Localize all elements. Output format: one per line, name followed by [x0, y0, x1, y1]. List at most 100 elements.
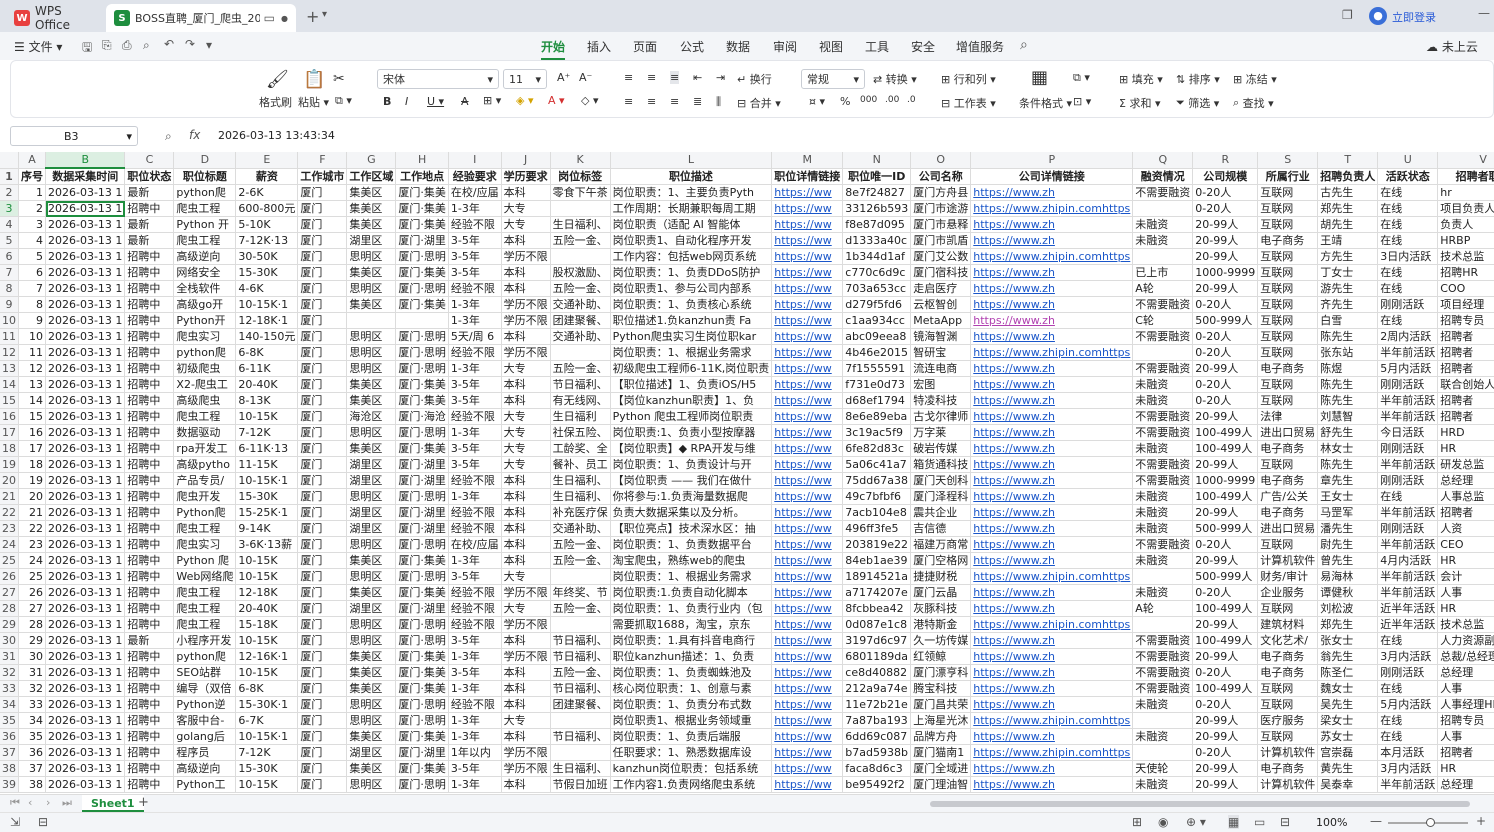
table-cell[interactable]: https://ww [771, 344, 844, 361]
table-cell[interactable]: 林女士 [1317, 440, 1379, 457]
row-header[interactable]: 12 [0, 344, 19, 361]
table-cell[interactable]: 厦门 [297, 488, 348, 505]
row-header[interactable]: 30 [0, 632, 19, 649]
table-cell[interactable]: 500-999人 [1192, 520, 1259, 537]
table-cell[interactable]: 34 [18, 712, 46, 729]
table-cell[interactable]: 爬虫实习 [173, 328, 237, 345]
table-cell[interactable]: 100-499人 [1192, 632, 1259, 649]
table-cell[interactable]: 互联网 [1257, 392, 1319, 409]
table-cell[interactable]: 20-99人 [1192, 232, 1259, 249]
table-cell[interactable]: 2026-03-13 1 [45, 440, 126, 457]
table-cell[interactable]: 学历不限 [501, 584, 551, 601]
table-cell[interactable]: 集美区 [346, 552, 397, 569]
table-cell[interactable]: 5月内活跃 [1377, 360, 1439, 377]
table-cell[interactable]: 产品专员/ [173, 472, 237, 489]
table-cell[interactable]: https://ww [771, 616, 844, 633]
table-cell[interactable]: 厦门·集美 [395, 680, 449, 697]
table-cell[interactable]: 1-3年 [448, 680, 502, 697]
table-cell[interactable]: 不需要融资 [1132, 536, 1194, 553]
table-cell[interactable]: 在校/应届 [448, 536, 502, 553]
table-cell[interactable]: 电子商务 [1257, 472, 1319, 489]
table-cell[interactable]: https://www.zh [970, 392, 1134, 409]
table-cell[interactable]: 丁女士 [1317, 264, 1379, 281]
table-cell[interactable]: 21 [18, 504, 46, 521]
table-cell[interactable]: 2026-03-13 1 [45, 520, 126, 537]
table-cell[interactable]: 数据驱动 [173, 424, 237, 441]
window-switch-icon[interactable]: ❐ [1342, 8, 1353, 22]
column-header-i[interactable]: I [448, 152, 502, 169]
table-cell[interactable]: 人事总监 [1437, 488, 1494, 505]
table-cell[interactable]: 招聘中 [124, 424, 175, 441]
table-cell[interactable]: 集美区 [346, 760, 397, 777]
row-header[interactable]: 20 [0, 472, 19, 489]
border-icon[interactable]: ⊞ ▾ [483, 94, 501, 107]
column-header-d[interactable]: D [173, 152, 237, 169]
table-cell[interactable]: 经验不限 [448, 504, 502, 521]
table-cell[interactable]: 招聘中 [124, 280, 175, 297]
table-cell[interactable]: Python逆 [173, 696, 237, 713]
table-cell[interactable]: 招聘中 [124, 728, 175, 745]
table-cell[interactable]: 2026-03-13 1 [45, 680, 126, 697]
table-cell[interactable]: 学历要求 [501, 168, 551, 185]
increase-decimal-icon[interactable]: .00 [885, 95, 899, 105]
table-cell[interactable]: 厦门 [297, 680, 348, 697]
table-cell[interactable]: 未融资 [1132, 504, 1194, 521]
table-cell[interactable]: 任职要求：1、熟悉数据库设 [610, 744, 773, 761]
table-cell[interactable] [1132, 712, 1194, 729]
table-cell[interactable]: https://ww [771, 312, 844, 329]
column-header-g[interactable]: G [346, 152, 397, 169]
table-cell[interactable]: 集美区 [346, 376, 397, 393]
table-cell[interactable]: 湖里区 [346, 456, 397, 473]
table-cell[interactable]: 5月内活跃 [1377, 696, 1439, 713]
table-cell[interactable]: 负责大数据采集以及分析。 [610, 504, 773, 521]
table-cell[interactable]: 496ff3fe5 [842, 520, 912, 537]
page-layout-icon[interactable]: ▭ [1254, 815, 1265, 829]
row-header[interactable]: 6 [0, 248, 19, 265]
justify-icon[interactable]: ≣ [693, 95, 702, 108]
table-cell[interactable]: 厦门漂亨科 [910, 664, 972, 681]
table-cell[interactable]: 郑先生 [1317, 616, 1379, 633]
table-cell[interactable]: 曾先生 [1317, 552, 1379, 569]
table-cell[interactable]: 3-5年 [448, 440, 502, 457]
table-cell[interactable]: 云枢智创 [910, 296, 972, 313]
table-cell[interactable]: 20-99人 [1192, 216, 1259, 233]
table-cell[interactable]: 未融资 [1132, 552, 1194, 569]
table-cell[interactable]: https://www.zh [970, 584, 1134, 601]
table-cell[interactable]: HRBP [1437, 232, 1494, 249]
table-cell[interactable]: 集美区 [346, 296, 397, 313]
table-cell[interactable]: 厦门 [297, 408, 348, 425]
table-cell[interactable]: 张女士 [1317, 632, 1379, 649]
table-cell[interactable]: 在线 [1377, 264, 1439, 281]
table-cell[interactable]: Python爬虫实习生岗位职kar [610, 328, 773, 345]
table-cell[interactable]: 谭健秋 [1317, 584, 1379, 601]
table-cell[interactable]: 经验不限 [448, 584, 502, 601]
table-cell[interactable]: 电子商务 [1257, 664, 1319, 681]
column-header-n[interactable]: N [842, 152, 912, 169]
table-cell[interactable]: 节日福利、 [550, 648, 611, 665]
table-cell[interactable]: 3-5年 [448, 248, 502, 265]
table-cell[interactable]: 20-99人 [1192, 552, 1259, 569]
table-cell[interactable]: 刚刚活跃 [1377, 664, 1439, 681]
table-cell[interactable]: CEO [1437, 536, 1494, 553]
table-cell[interactable]: 互联网 [1257, 728, 1319, 745]
table-view-icon[interactable]: ⊞ [1132, 815, 1142, 829]
table-cell[interactable]: 厦门·集美 [395, 552, 449, 569]
row-header[interactable]: 28 [0, 600, 19, 617]
table-cell[interactable]: 五险一金、 [550, 536, 611, 553]
column-header-a[interactable]: A [18, 152, 46, 169]
table-cell[interactable]: 厦门·集美 [395, 648, 449, 665]
zoom-out-icon[interactable]: — [1370, 814, 1382, 828]
table-cell[interactable]: 思明区 [346, 360, 397, 377]
table-cell[interactable]: 企业服务 [1257, 584, 1319, 601]
table-cell[interactable]: 文化艺术/ [1257, 632, 1319, 649]
table-cell[interactable]: 互联网 [1257, 184, 1319, 201]
table-cell[interactable]: 湖里区 [346, 600, 397, 617]
table-cell[interactable]: 久一坊传媒 [910, 632, 972, 649]
table-cell[interactable]: kanzhun岗位职责：包括系统 [610, 760, 773, 777]
align-middle-icon[interactable]: ≡ [647, 71, 656, 84]
table-cell[interactable]: https://www.zh [970, 520, 1134, 537]
table-cell[interactable]: 在线 [1377, 728, 1439, 745]
table-cell[interactable]: 本科 [501, 632, 551, 649]
table-cell[interactable]: 项目负责人 [1437, 200, 1494, 217]
table-cell[interactable]: 本科 [501, 264, 551, 281]
